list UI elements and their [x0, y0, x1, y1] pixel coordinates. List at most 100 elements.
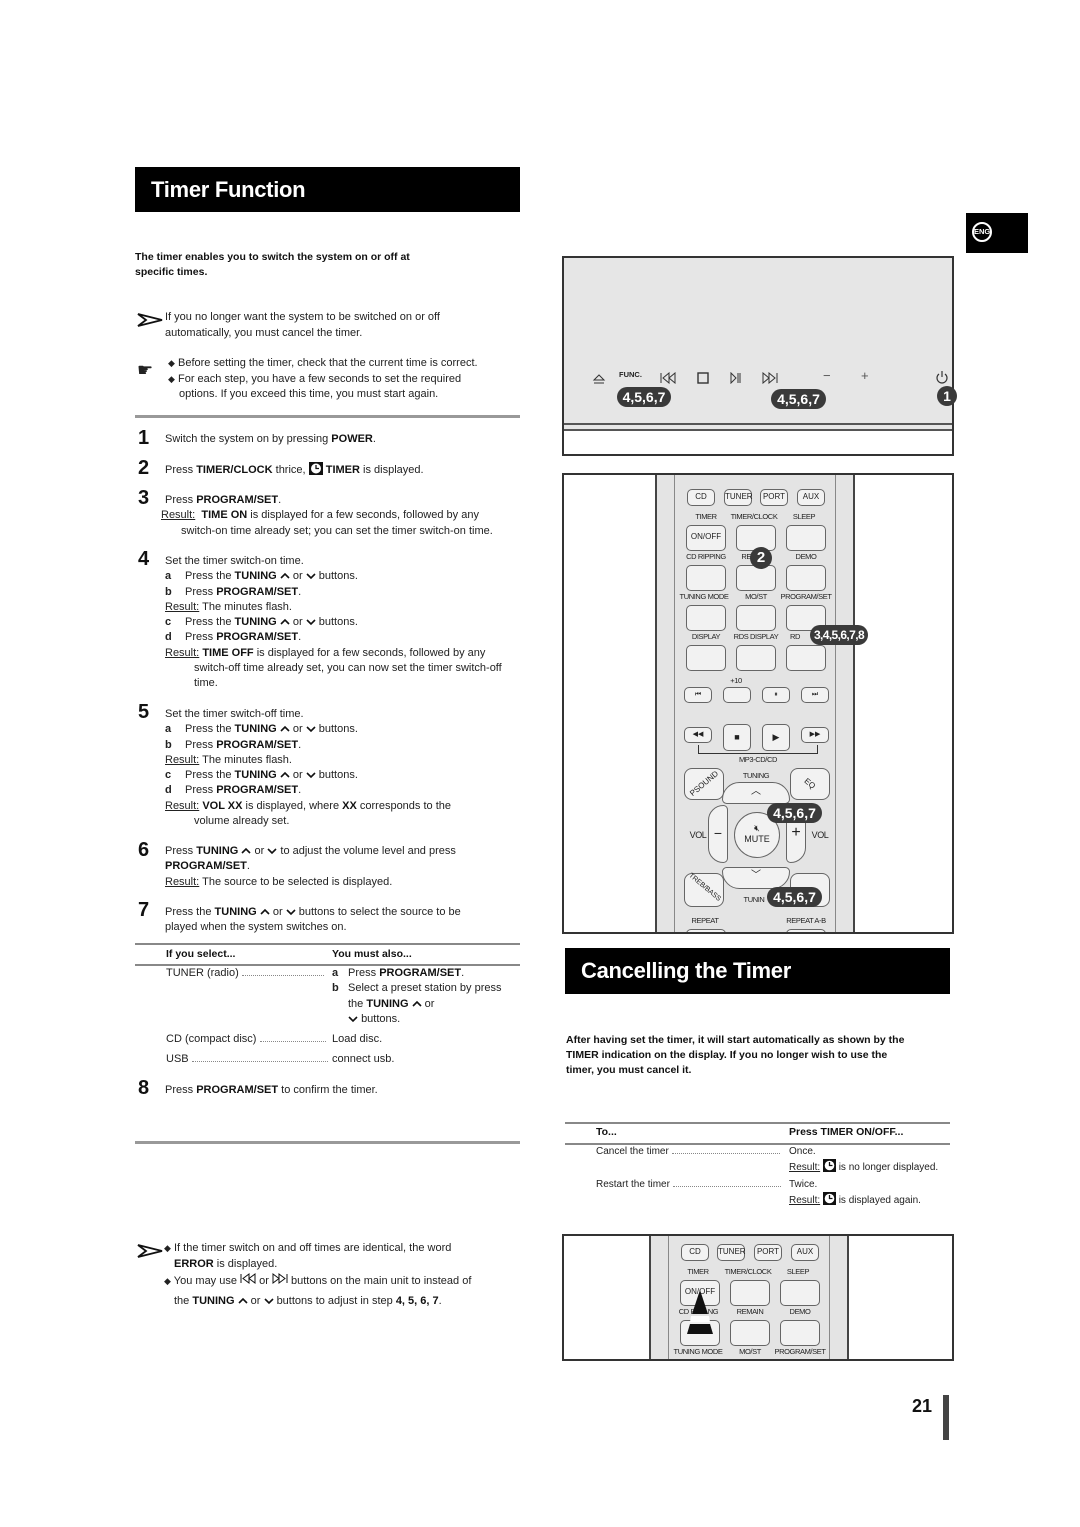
remote-remain-button[interactable] — [730, 1320, 770, 1346]
table-cell-result: Twice. Result: is displayed again. — [789, 1177, 921, 1208]
remote-rds-display-button[interactable] — [736, 645, 776, 671]
remote-label: +10 — [730, 676, 742, 685]
note-line: buttons to adjust in step — [276, 1294, 396, 1307]
arrow-note-icon — [137, 312, 163, 333]
remote-plus10-button[interactable] — [723, 687, 751, 703]
arrow-note: If you no longer want the system to be s… — [165, 310, 440, 341]
remote-control-figure: CD TUNER PORT AUX TIMER TIMER/CLOCK SLEE… — [562, 473, 954, 934]
step-number: 1 — [138, 427, 150, 449]
remote-demo-button[interactable] — [786, 565, 826, 591]
note-line: . — [438, 1294, 442, 1307]
remote-label: EQ — [802, 776, 818, 791]
step-text: is displayed, where — [242, 799, 343, 812]
remote-repeat-button[interactable] — [686, 929, 726, 932]
step-text: buttons. — [318, 570, 358, 583]
remote-display-button[interactable] — [686, 645, 726, 671]
remote-tuning-down-button[interactable]: ﹀ — [722, 867, 790, 889]
remote-label: TUNING MODE — [673, 1347, 723, 1356]
step-text: The source to be selected is displayed. — [202, 875, 393, 888]
remote-label: PROGRAM/SET — [774, 1347, 826, 1356]
remote-tuning-mode-button[interactable] — [686, 605, 726, 631]
step-6: Press TUNING or to adjust the volume lev… — [165, 845, 456, 888]
step-bold: PROGRAM/SET — [196, 1084, 279, 1096]
remote-rds-button[interactable] — [786, 645, 826, 671]
title-text: Timer Function — [151, 176, 306, 202]
table-cell: Load disc. — [332, 1033, 383, 1045]
remote-tuner-button[interactable]: TUNER — [724, 489, 753, 506]
table-row: CD (compact disc) — [166, 1032, 326, 1047]
remote-port-button[interactable]: PORT — [760, 489, 788, 506]
chevron-down-icon — [306, 726, 316, 733]
timer-clock-icon — [822, 1159, 836, 1172]
note-line: options. If you exceed this time, you mu… — [179, 388, 439, 400]
power-icon[interactable] — [935, 370, 949, 384]
remote-cd-button[interactable]: CD — [687, 489, 715, 506]
remote-tuning-up-button[interactable]: ︿ — [722, 782, 790, 804]
chevron-down-icon — [286, 909, 296, 916]
remote-aux-button[interactable]: AUX — [791, 1244, 819, 1261]
remote-aux-button[interactable]: AUX — [797, 489, 825, 506]
step-bold: PROGRAM/SET — [216, 738, 299, 751]
step-bold: TUNING — [234, 616, 277, 629]
language-tab: ENG — [966, 213, 1028, 253]
remote-prev-button[interactable]: ⏮ — [684, 687, 712, 703]
remote-eq-button[interactable]: EQ — [790, 768, 830, 800]
step-text: or — [292, 723, 303, 736]
table-cell: USB — [166, 1053, 189, 1065]
step-3: Press PROGRAM/SET. Result: TIME ON is di… — [161, 493, 493, 539]
remote-forward-button[interactable]: ▶▶ — [801, 727, 829, 743]
remote-port-button[interactable]: PORT — [754, 1244, 782, 1261]
remote-treb-bass-button[interactable]: TREB/BASS — [684, 872, 724, 907]
mp3-bracket — [698, 745, 818, 754]
skip-forward-icon — [272, 1273, 288, 1284]
remote-tuner-button[interactable]: TUNER — [717, 1244, 746, 1261]
remote-label: MO/ST — [739, 1347, 761, 1356]
remote-timer-clock-button[interactable] — [730, 1280, 770, 1306]
skip-back-icon[interactable] — [660, 372, 676, 384]
remote-cd-button[interactable]: CD — [681, 1244, 709, 1261]
step-badge: 4,5,6,7 — [617, 387, 671, 407]
step-bold: PROGRAM/SET — [216, 585, 299, 598]
remote-sleep-button[interactable] — [786, 525, 826, 551]
table-header: To... — [596, 1126, 617, 1138]
remote-demo-button[interactable] — [780, 1320, 820, 1346]
step-text: Switch the system on by pressing — [165, 433, 332, 445]
step-text: Press — [185, 738, 217, 751]
chevron-up-icon — [280, 726, 290, 732]
step-bold: PROGRAM/SET — [165, 860, 247, 873]
intro-line: specific times. — [135, 266, 208, 278]
stop-icon[interactable] — [697, 372, 709, 384]
intro-text: The timer enables you to switch the syst… — [135, 250, 465, 280]
table-cell: the — [348, 997, 367, 1010]
remote-rewind-button[interactable]: ◀◀ — [684, 727, 712, 743]
skip-forward-icon[interactable] — [762, 372, 778, 384]
volume-down-button[interactable]: − — [823, 368, 831, 383]
remote-remain-button[interactable] — [736, 565, 776, 591]
remote-vol-down-button[interactable]: − — [708, 805, 728, 863]
intro-line: timer, you must cancel it. — [566, 1064, 692, 1076]
table-header: Press TIMER ON/OFF... — [789, 1126, 904, 1138]
func-button[interactable]: FUNC. — [619, 370, 642, 379]
step-text: buttons. — [318, 769, 358, 782]
remote-cd-ripping-button[interactable] — [686, 565, 726, 591]
remote-most-button[interactable] — [736, 605, 776, 631]
remote-next-button[interactable]: ⏭ — [801, 687, 829, 703]
table-top-rule — [565, 1122, 950, 1124]
play-pause-icon[interactable] — [730, 372, 742, 384]
chevron-up-icon — [280, 619, 290, 625]
remote-label: MO/ST — [745, 592, 767, 601]
step-number: 6 — [138, 839, 150, 861]
panel-line — [564, 423, 952, 425]
step-number: 5 — [138, 701, 150, 723]
table-cell-result: Once. Result: is no longer displayed. — [789, 1144, 938, 1175]
remote-repeat-ab-button[interactable] — [786, 929, 826, 932]
volume-up-button[interactable]: + — [861, 368, 869, 383]
remote-pause-button[interactable]: ⏸ — [762, 687, 790, 703]
step-7: Press the TUNING or buttons to select th… — [165, 905, 461, 936]
remote-psound-button[interactable]: PSOUND — [684, 768, 724, 800]
remote-timer-onoff-button[interactable]: ON/OFF — [686, 525, 726, 551]
page-number: 21 — [912, 1396, 933, 1416]
remote-label: TIMER — [687, 1267, 709, 1276]
eject-icon[interactable] — [592, 373, 606, 385]
remote-sleep-button[interactable] — [780, 1280, 820, 1306]
